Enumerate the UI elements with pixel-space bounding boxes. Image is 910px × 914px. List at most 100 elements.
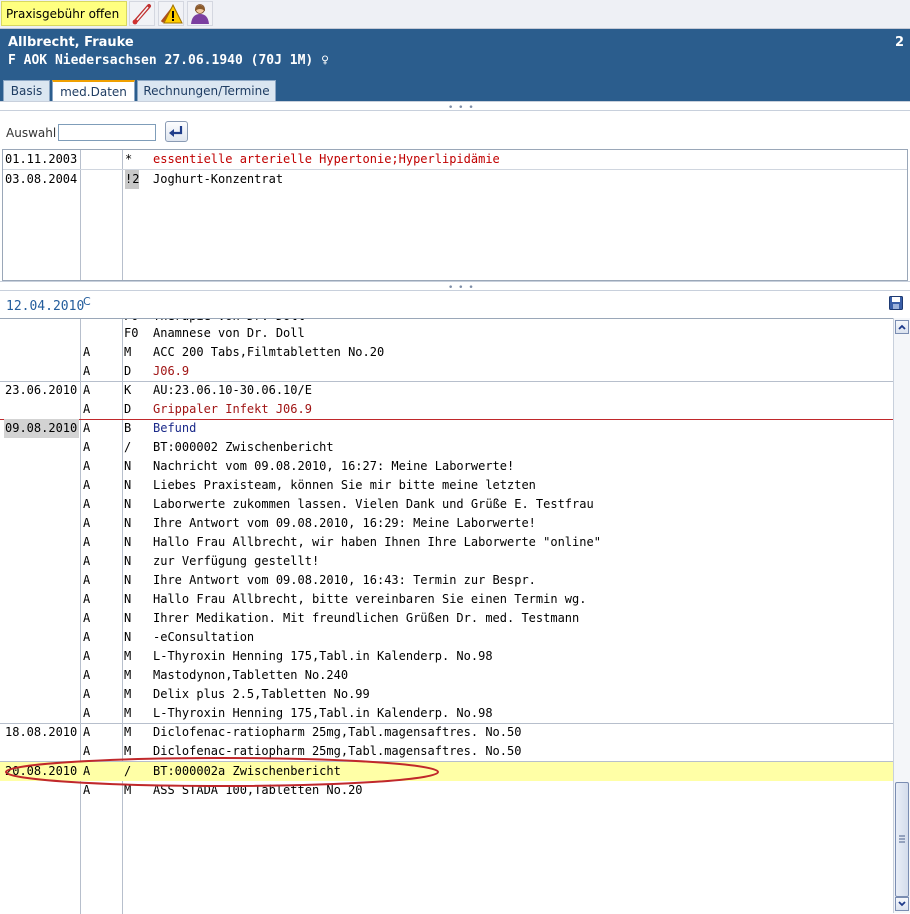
journal-a: A [83, 554, 91, 568]
journal-text: Delix plus 2.5,Tabletten No.99 [153, 687, 370, 701]
journal-type: M [124, 649, 132, 663]
journal-a: A [83, 440, 91, 454]
journal-text: Mastodynon,Tabletten No.240 [153, 668, 349, 682]
journal-date-cell: 23.06.2010 [5, 383, 78, 397]
journal-type: M [124, 345, 132, 359]
journal-type: D [124, 364, 132, 378]
annotation-ellipse [5, 757, 439, 787]
journal-row[interactable]: A N Ihrer Medikation. Mit freundlichen G… [0, 609, 893, 628]
journal-scrollbar[interactable] [893, 318, 910, 913]
journal-text: L-Thyroxin Henning 175,Tabl.in Kalenderp… [153, 706, 493, 720]
diagnosis-date: 01.11.2003 [5, 152, 78, 166]
journal-row[interactable]: A N -eConsultation [0, 628, 893, 647]
user-icon[interactable] [187, 1, 213, 26]
journal-type: M [124, 687, 132, 701]
journal-c-label: C [83, 295, 91, 308]
toolbar: Praxisgebühr offen [0, 0, 910, 29]
diagnosis-row[interactable]: 03.08.2004 !2 Joghurt-Konzentrat [3, 170, 907, 189]
splitter-bottom[interactable]: • • • [0, 281, 910, 293]
enter-button[interactable] [165, 121, 188, 142]
patient-count: 2 [894, 35, 904, 50]
journal-row[interactable]: A M Mastodynon,Tabletten No.240 [0, 666, 893, 685]
journal-row[interactable]: A M L-Thyroxin Henning 175,Tabl.in Kalen… [0, 704, 893, 723]
journal-a: A [83, 345, 91, 359]
journal-row[interactable]: A / BT:000002 Zwischenbericht [0, 438, 893, 457]
thermometer-icon[interactable] [129, 1, 155, 26]
journal-row[interactable]: A D J06.9 [0, 362, 893, 381]
journal-date-cell: 09.08.2010 [4, 419, 80, 438]
diagnosis-text: essentielle arterielle Hypertonie;Hyperl… [153, 152, 500, 166]
journal-row[interactable]: A N Hallo Frau Allbrecht, wir haben Ihne… [0, 533, 893, 552]
chevron-down-icon [898, 901, 906, 907]
journal-a: A [83, 459, 91, 473]
scroll-up-button[interactable] [895, 320, 909, 334]
journal-row[interactable]: A N Ihre Antwort vom 09.08.2010, 16:29: … [0, 514, 893, 533]
tab-basis[interactable]: Basis [3, 80, 50, 101]
tab-rechnungen-termine[interactable]: Rechnungen/Termine [137, 80, 276, 101]
diagnosis-text: Joghurt-Konzentrat [153, 172, 284, 186]
journal-text: L-Thyroxin Henning 175,Tabl.in Kalenderp… [153, 649, 493, 663]
journal-type: N [124, 516, 132, 530]
journal-type: N [124, 497, 132, 511]
journal-a: A [83, 668, 91, 682]
journal-type: B [124, 421, 132, 435]
journal-a: A [83, 516, 91, 530]
scroll-thumb[interactable] [895, 782, 909, 897]
journal-type: N [124, 554, 132, 568]
journal-row[interactable]: A N Liebes Praxisteam, können Sie mir bi… [0, 476, 893, 495]
splitter-top[interactable]: • • • [0, 101, 910, 113]
journal-type: N [124, 573, 132, 587]
journal-type: N [124, 459, 132, 473]
journal-type: N [124, 535, 132, 549]
journal-row[interactable]: A M ACC 200 Tabs,Filmtabletten No.20 [0, 343, 893, 362]
journal-row[interactable]: A M L-Thyroxin Henning 175,Tabl.in Kalen… [0, 647, 893, 666]
journal-text: zur Verfügung gestellt! [153, 554, 320, 568]
journal-row[interactable]: F0 Anamnese von Dr. Doll [0, 324, 893, 343]
patient-header: Allbrecht, Frauke F AOK Niedersachsen 27… [0, 29, 910, 77]
journal-row[interactable]: A N Nachricht vom 09.08.2010, 16:27: Mei… [0, 457, 893, 476]
journal-type: N [124, 478, 132, 492]
journal-row[interactable]: A N Ihre Antwort vom 09.08.2010, 16:43: … [0, 571, 893, 590]
warning-icon[interactable] [158, 1, 184, 26]
journal-row[interactable]: A N zur Verfügung gestellt! [0, 552, 893, 571]
journal-type: / [124, 440, 132, 454]
save-icon[interactable] [889, 296, 903, 310]
journal-date-cell: 18.08.2010 [5, 725, 78, 739]
journal-text: J06.9 [153, 364, 190, 378]
journal-text: Befund [153, 421, 197, 435]
journal-text: Anamnese von Dr. Doll [153, 326, 305, 340]
journal-text: Nachricht vom 09.08.2010, 16:27: Meine L… [153, 459, 515, 473]
journal-row[interactable]: A N Hallo Frau Allbrecht, bitte vereinba… [0, 590, 893, 609]
journal-a: A [83, 383, 91, 397]
auswahl-row: Auswahl [0, 117, 910, 147]
journal-row[interactable]: 23.06.2010 A K AU:23.06.10-30.06.10/E [0, 381, 893, 400]
patient-name: Allbrecht, Frauke [8, 35, 134, 50]
auswahl-input[interactable] [58, 124, 156, 141]
journal-text: Diclofenac-ratiopharm 25mg,Tabl.magensaf… [153, 725, 522, 739]
journal-row[interactable]: 09.08.2010 A B Befund [0, 419, 893, 438]
journal-a: A [83, 364, 91, 378]
journal-text: Grippaler Infekt J06.9 [153, 402, 312, 416]
praxisgebuehr-button[interactable]: Praxisgebühr offen [1, 1, 127, 26]
journal-row[interactable]: A D Grippaler Infekt J06.9 [0, 400, 893, 419]
diagnosis-date: 03.08.2004 [5, 172, 78, 186]
journal-row[interactable]: 18.08.2010 A M Diclofenac-ratiopharm 25m… [0, 723, 893, 742]
journal-list: F0 Therapie von Dr. Doll F0 Anamnese von… [0, 318, 893, 914]
journal-a: A [83, 630, 91, 644]
journal-text: BT:000002 Zwischenbericht [153, 440, 334, 454]
journal-a: A [83, 478, 91, 492]
diagnosis-row[interactable]: 01.11.2003 * essentielle arterielle Hype… [3, 150, 907, 170]
journal-text: -eConsultation [153, 630, 255, 644]
journal-row[interactable]: A M Delix plus 2.5,Tabletten No.99 [0, 685, 893, 704]
journal-date: 12.04.2010 [6, 299, 85, 314]
diagnosis-mark: !2 [125, 170, 140, 189]
chevron-up-icon [898, 324, 906, 330]
journal-row[interactable]: A N Laborwerte zukommen lassen. Vielen D… [0, 495, 893, 514]
tab-med-daten[interactable]: med.Daten [52, 80, 135, 101]
journal-type: N [124, 630, 132, 644]
journal-text: Ihre Antwort vom 09.08.2010, 16:43: Term… [153, 573, 536, 587]
scroll-down-button[interactable] [895, 897, 909, 911]
patient-info: F AOK Niedersachsen 27.06.1940 (70J 1M) … [8, 53, 329, 68]
journal-a: A [83, 725, 91, 739]
journal-text: Ihre Antwort vom 09.08.2010, 16:29: Mein… [153, 516, 536, 530]
